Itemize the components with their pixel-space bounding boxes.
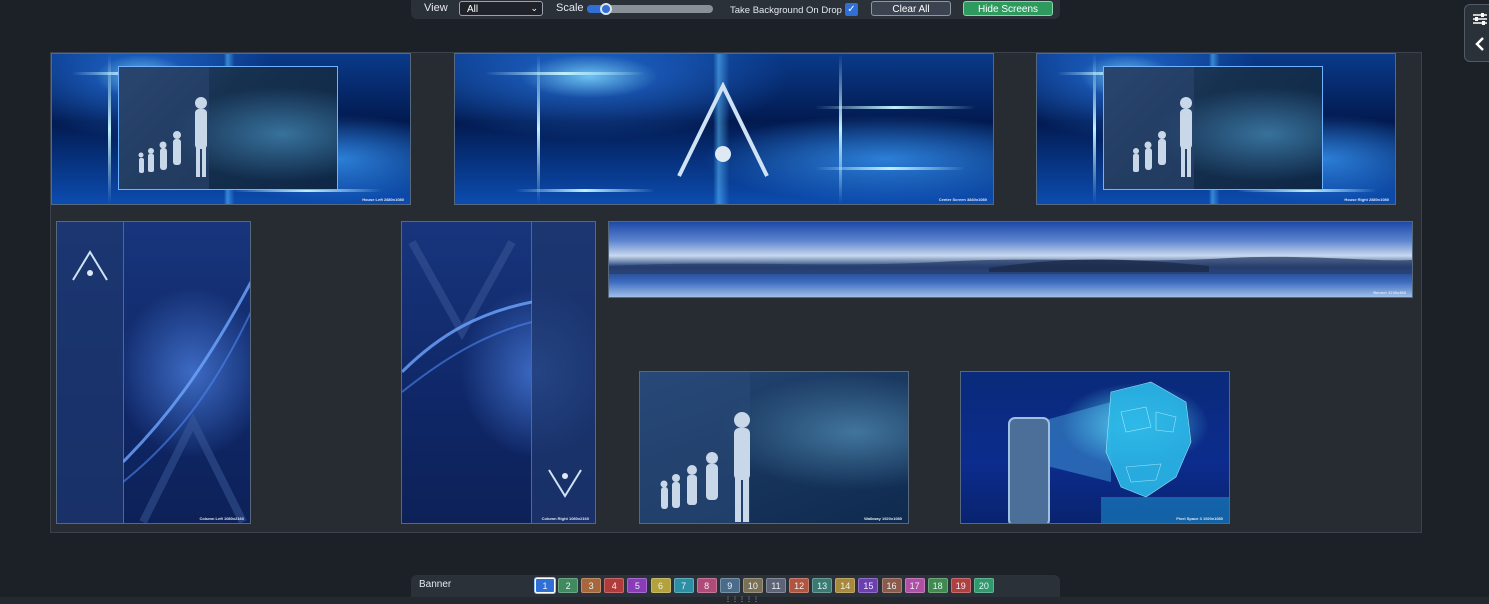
banner-selector-bar: Banner 1 2 3 4 5 6 7 8 9 10 11 12 13 14 15 16 17 18 19 20 bbox=[411, 575, 1060, 597]
screen-caption: House Left 2880x1080 bbox=[362, 197, 404, 202]
banner-chip-16[interactable]: 16 bbox=[881, 578, 902, 593]
screen-caption: Pixel Space 3 1920x1080 bbox=[1176, 516, 1223, 521]
resize-grip-icon[interactable]: ⋮⋮⋮⋮⋮ bbox=[725, 596, 760, 603]
banner-chip-6[interactable]: 6 bbox=[650, 578, 671, 593]
banner-chip-9[interactable]: 9 bbox=[719, 578, 740, 593]
screen-layout-canvas: House Left 2880x1080 Center Screen 3840x… bbox=[50, 52, 1422, 533]
top-toolbar: View All ⌄ Scale Take Background On Drop… bbox=[411, 0, 1060, 19]
take-background-checkbox[interactable]: ✓ bbox=[845, 3, 858, 16]
astronaut-photo bbox=[118, 66, 338, 190]
scale-slider[interactable] bbox=[587, 3, 713, 15]
screen-caption: House Right 2880x1080 bbox=[1344, 197, 1389, 202]
view-label: View bbox=[424, 2, 448, 14]
screen-caption: Banner 3740x360 bbox=[1373, 290, 1406, 295]
banner-chip-4[interactable]: 4 bbox=[604, 578, 625, 593]
view-select[interactable]: All ⌄ bbox=[459, 1, 543, 16]
screen-caption: Walkway 1920x1080 bbox=[864, 516, 902, 521]
banner-chip-8[interactable]: 8 bbox=[696, 578, 717, 593]
screen-column-right[interactable]: Column Right 1080x2160 bbox=[401, 221, 596, 524]
screen-caption: Column Left 1080x2160 bbox=[199, 516, 244, 521]
banner-label: Banner bbox=[419, 579, 452, 590]
banner-chip-17[interactable]: 17 bbox=[904, 578, 925, 593]
checkmark-icon: ✓ bbox=[847, 4, 856, 15]
logo-inverted-triangle-icon bbox=[548, 469, 582, 498]
scale-slider-knob[interactable] bbox=[599, 3, 612, 15]
banner-chip-1[interactable]: 1 bbox=[535, 578, 555, 593]
scale-label: Scale bbox=[556, 2, 584, 14]
screen-column-left[interactable]: Column Left 1080x2160 bbox=[56, 221, 251, 524]
side-panel-toggle[interactable] bbox=[1464, 4, 1489, 62]
banner-chip-7[interactable]: 7 bbox=[673, 578, 694, 593]
screen-pixel-space[interactable]: Pixel Space 3 1920x1080 bbox=[960, 371, 1230, 524]
banner-chip-13[interactable]: 13 bbox=[812, 578, 833, 593]
banner-chip-18[interactable]: 18 bbox=[927, 578, 948, 593]
view-select-value: All bbox=[467, 4, 479, 15]
banner-chip-14[interactable]: 14 bbox=[835, 578, 856, 593]
screen-caption: Center Screen 3840x1080 bbox=[938, 197, 987, 202]
hide-screens-button[interactable]: Hide Screens bbox=[963, 1, 1053, 16]
banner-chip-20[interactable]: 20 bbox=[973, 578, 994, 593]
logo-triangle-icon bbox=[72, 250, 108, 281]
screen-caption: Column Right 1080x2160 bbox=[541, 516, 589, 521]
screen-center[interactable]: Center Screen 3840x1080 bbox=[454, 53, 994, 205]
clear-all-button[interactable]: Clear All bbox=[871, 1, 951, 16]
logo-triangle-icon bbox=[677, 82, 769, 177]
banner-chip-5[interactable]: 5 bbox=[627, 578, 648, 593]
banner-chip-15[interactable]: 15 bbox=[858, 578, 879, 593]
screen-house-left[interactable]: House Left 2880x1080 bbox=[51, 53, 411, 205]
banner-chip-19[interactable]: 19 bbox=[950, 578, 971, 593]
banner-chip-2[interactable]: 2 bbox=[558, 578, 579, 593]
chevron-left-icon[interactable] bbox=[1472, 36, 1488, 52]
screen-house-right[interactable]: House Right 2880x1080 bbox=[1036, 53, 1396, 205]
banner-chip-12[interactable]: 12 bbox=[789, 578, 810, 593]
banner-chip-3[interactable]: 3 bbox=[581, 578, 602, 593]
screen-banner[interactable]: Banner 3740x360 bbox=[608, 221, 1413, 298]
banner-chip-10[interactable]: 10 bbox=[742, 578, 763, 593]
sliders-icon[interactable] bbox=[1472, 12, 1488, 26]
astronaut-photo bbox=[1103, 66, 1323, 190]
screen-walkway[interactable]: Walkway 1920x1080 bbox=[639, 371, 909, 524]
chevron-down-icon: ⌄ bbox=[530, 3, 538, 13]
take-background-label: Take Background On Drop bbox=[730, 5, 842, 16]
banner-chip-11[interactable]: 11 bbox=[766, 578, 786, 593]
